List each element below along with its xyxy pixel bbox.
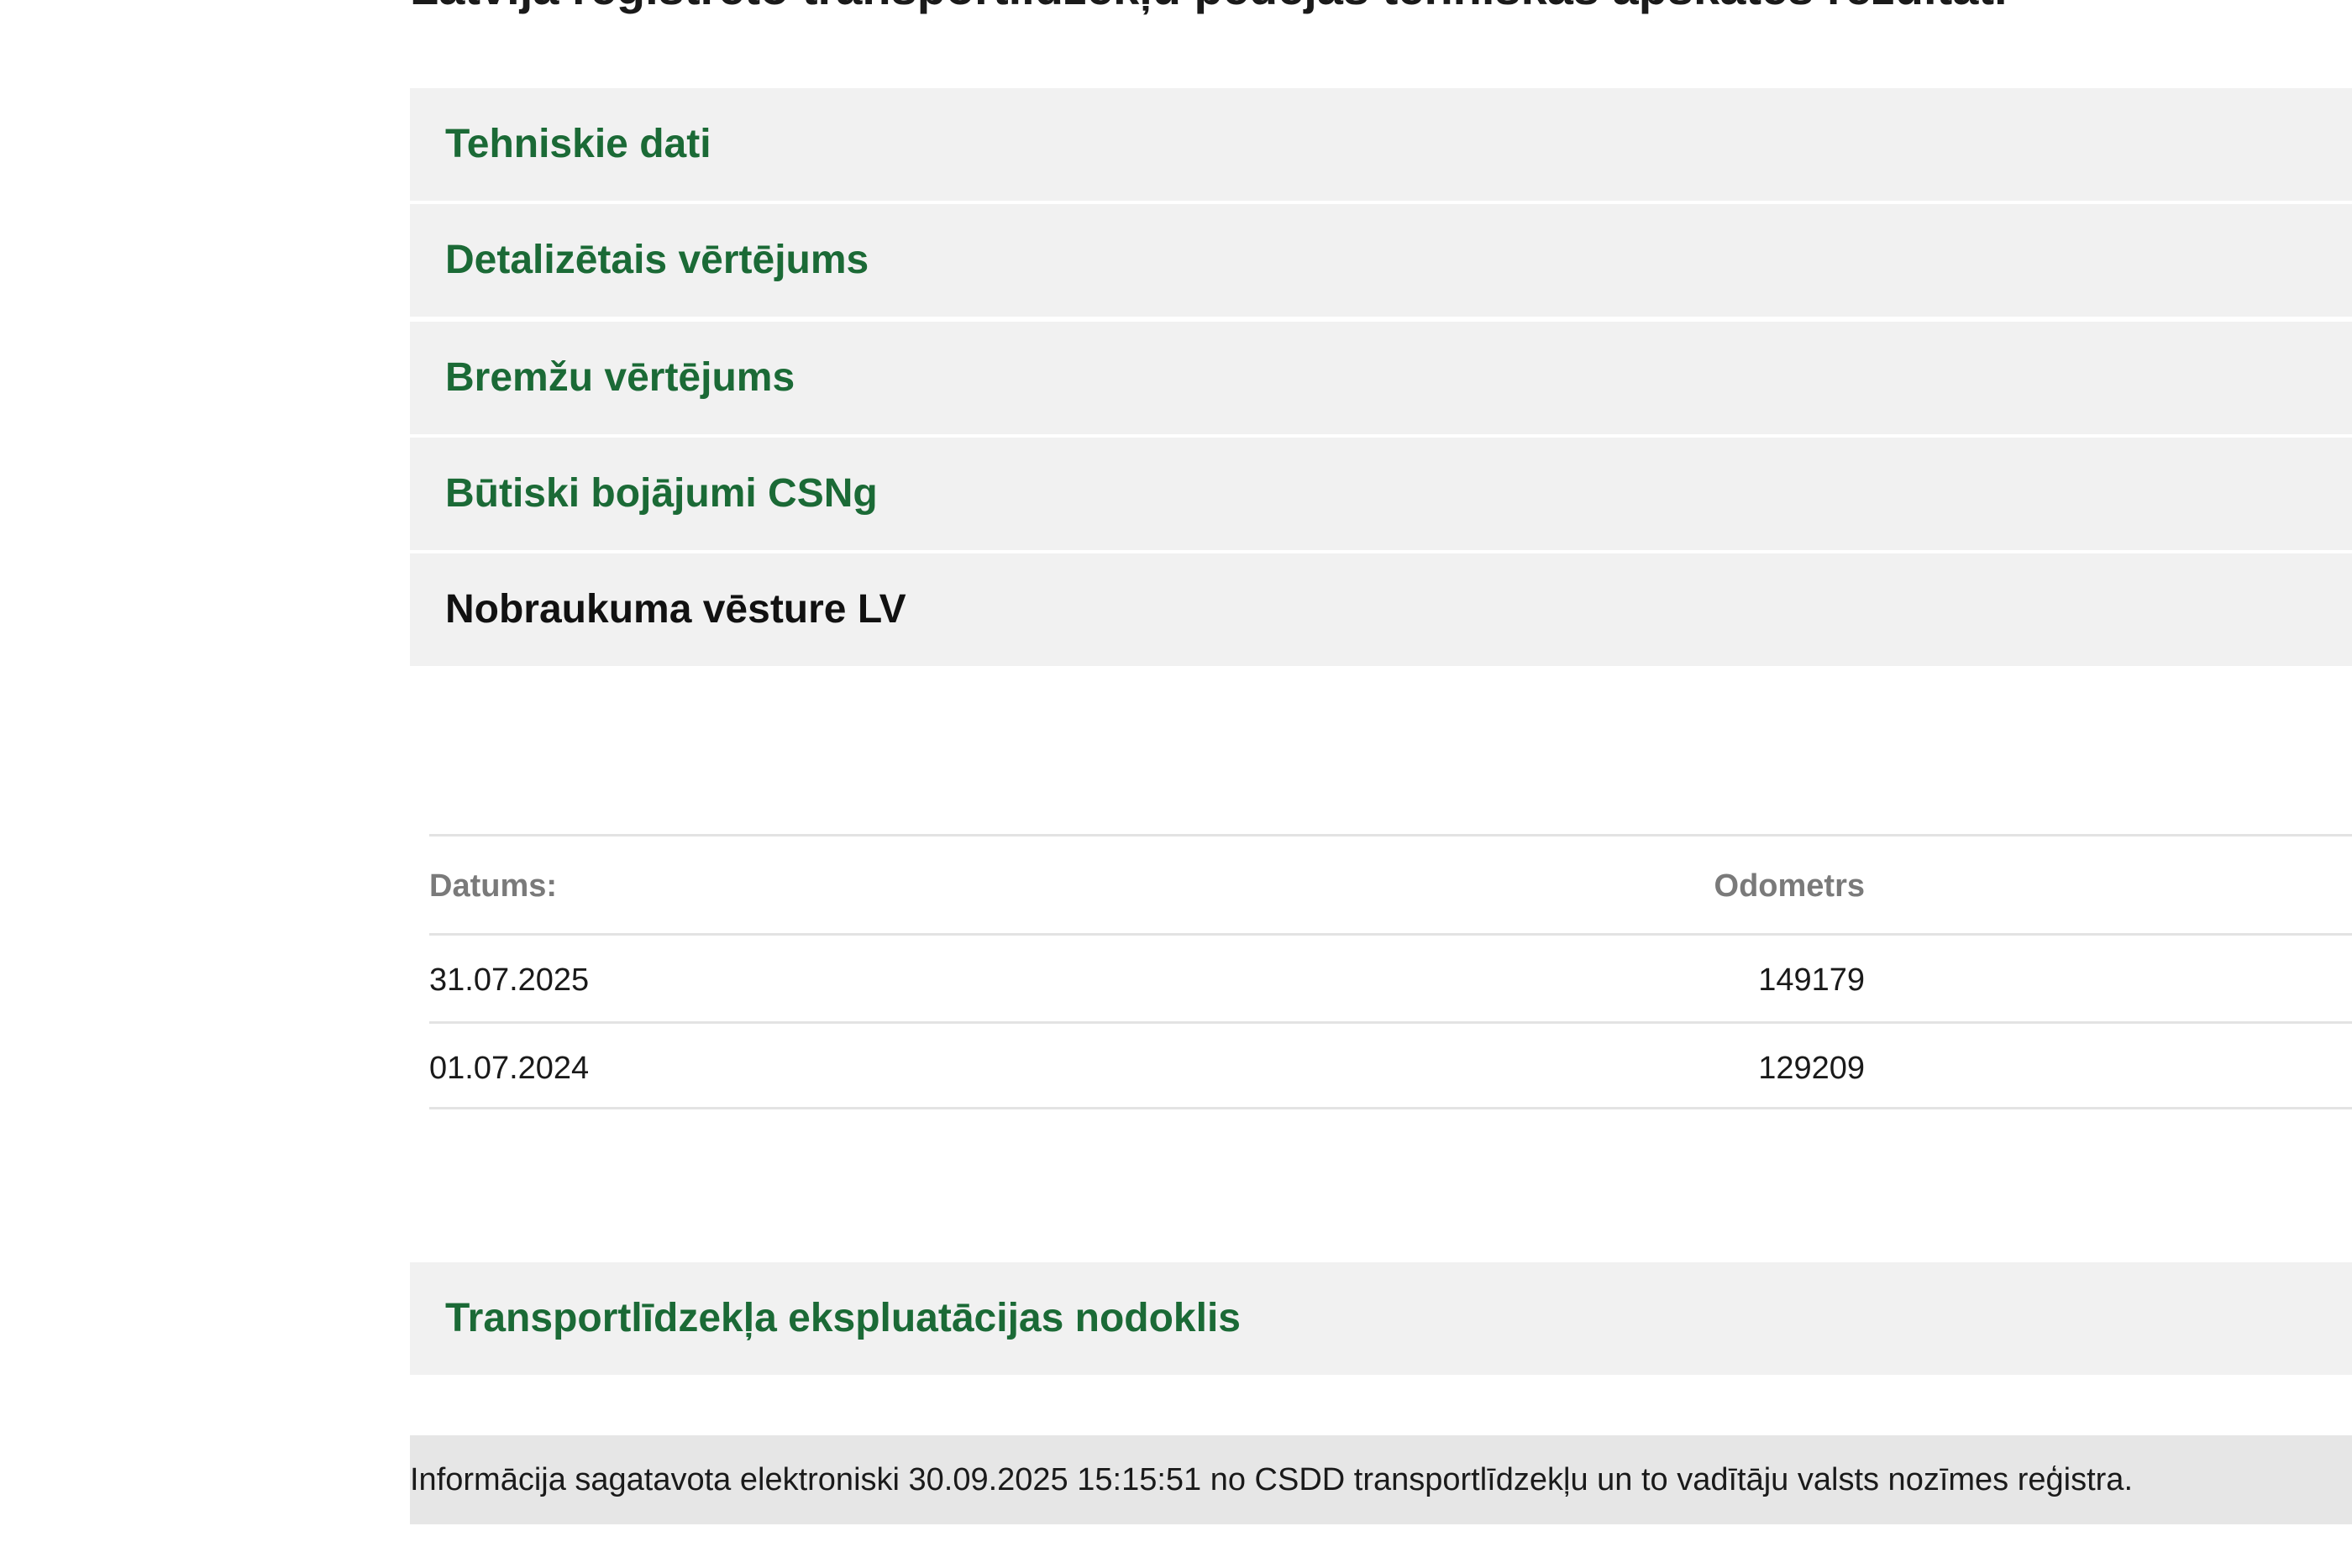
row-date: 01.07.2024 (429, 1051, 590, 1086)
row-odometer: 129209 (1758, 1051, 1865, 1086)
table-header-row: Datums: Odometrs (429, 834, 2352, 933)
section-significant-damage[interactable]: Būtiski bojājumi CSNg (410, 438, 2352, 550)
page: Latvijā reģistrēto transportlīdzekļu pēd… (0, 0, 2352, 1568)
section-technical-data-label: Tehniskie dati (445, 122, 711, 166)
page-title: Latvijā reģistrēto transportlīdzekļu pēd… (410, 0, 2008, 15)
footer-note-text: Informācija sagatavota elektroniski 30.0… (410, 1462, 2133, 1497)
footer-note: Informācija sagatavota elektroniski 30.0… (410, 1435, 2352, 1524)
column-header-odometer: Odometrs (1714, 868, 1865, 904)
column-header-date: Datums: (429, 868, 558, 904)
section-operation-tax[interactable]: Transportlīdzekļa ekspluatācijas nodokli… (410, 1262, 2352, 1375)
section-brake-assessment[interactable]: Bremžu vērtējums (410, 322, 2352, 434)
row-date: 31.07.2025 (429, 962, 590, 998)
section-technical-data[interactable]: Tehniskie dati (410, 88, 2352, 201)
section-detailed-assessment[interactable]: Detalizētais vērtējums (410, 204, 2352, 317)
section-mileage-history[interactable]: Nobraukuma vēsture LV (410, 553, 2352, 666)
table-row: 31.07.2025 149179 (429, 933, 2352, 1021)
section-detailed-assessment-label: Detalizētais vērtējums (445, 238, 869, 282)
section-brake-assessment-label: Bremžu vērtējums (445, 355, 795, 400)
table-row: 01.07.2024 129209 (429, 1021, 2352, 1109)
row-odometer: 149179 (1758, 962, 1865, 998)
section-operation-tax-label: Transportlīdzekļa ekspluatācijas nodokli… (445, 1296, 1241, 1340)
mileage-history-table: Datums: Odometrs 31.07.2025 149179 01.07… (429, 834, 2352, 1109)
section-significant-damage-label: Būtiski bojājumi CSNg (445, 471, 878, 516)
section-mileage-history-label: Nobraukuma vēsture LV (445, 587, 906, 632)
